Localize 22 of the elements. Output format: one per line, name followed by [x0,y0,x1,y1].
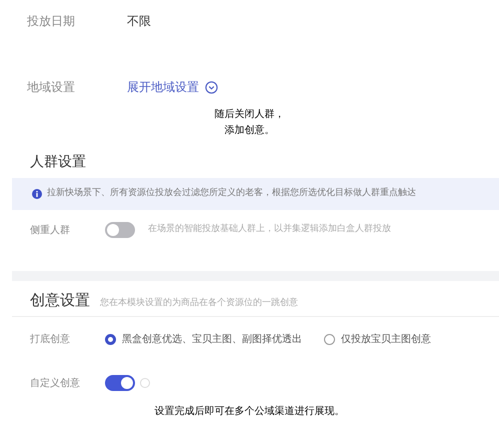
caption-text: 设置完成后即可在多个公域渠道进行展现。 [154,404,344,419]
section-title: 创意设置 [30,290,90,311]
field-label: 自定义创意 [30,376,81,390]
field-value: 不限 [127,13,151,30]
caption-text: 添加创意。 [224,124,274,138]
section-title: 人群设置 [29,153,87,172]
info-icon [32,189,42,199]
notice-text: 拉新快场景下、所有资源位投放会过滤您所定义的老客，根据您所选优化目标做人群重点触达 [47,187,416,200]
radio-option[interactable]: 仅投放宝贝主图创意 [324,332,431,346]
subtitle-text: 您在本模块设置的为商品在各个资源位的一跳创意 [100,297,298,310]
hint-text: 在场景的智能投放基础人群上，以并集逻辑添加白盒人群投放 [148,223,391,236]
field-label: 投放日期 [27,13,76,30]
expand-link[interactable]: 展开地域设置 [127,78,218,96]
chevron-down-icon [205,80,218,94]
help-icon [140,378,150,388]
field-label: 地域设置 [27,79,76,96]
toggle-switch[interactable] [105,222,135,238]
toggle-switch[interactable] [105,375,135,391]
field-label: 打底创意 [30,332,71,346]
radio-option[interactable]: 黑盒创意优选、宝贝主图、副图择优透出 [105,332,302,346]
caption-text: 随后关闭人群， [214,108,284,122]
field-label: 侧重人群 [30,224,71,238]
